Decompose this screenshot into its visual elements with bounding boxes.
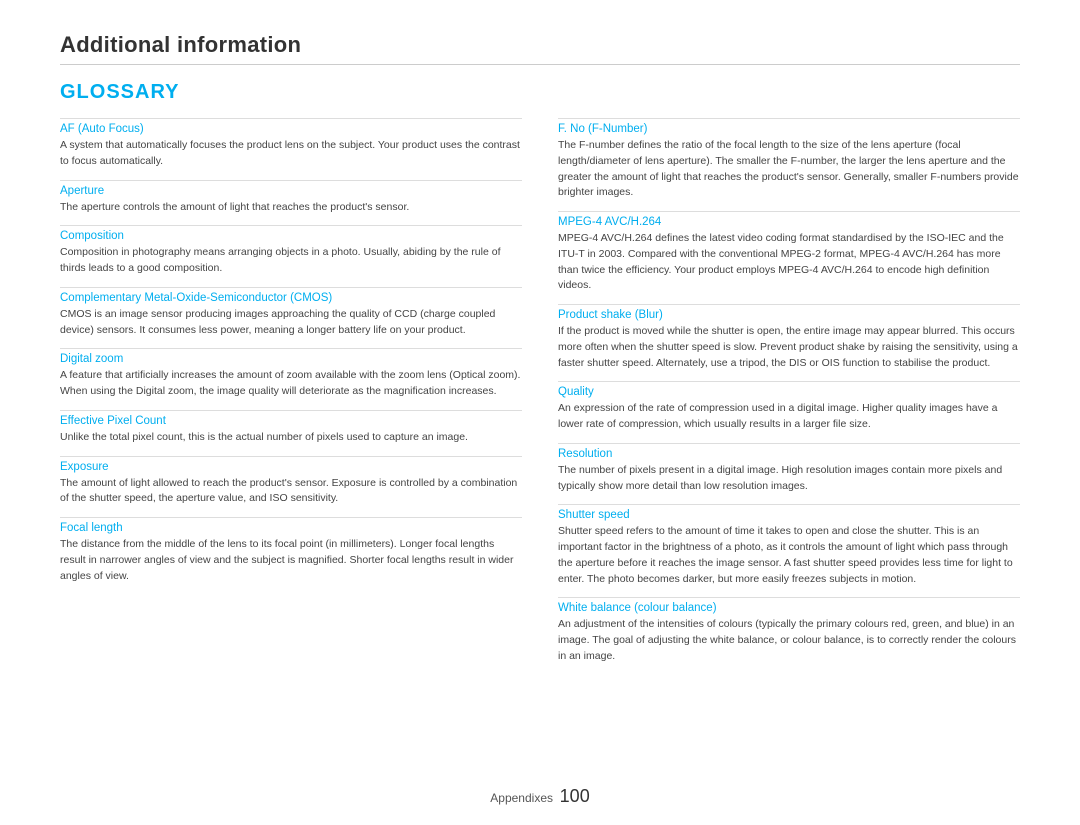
term-block: MPEG-4 AVC/H.264 MPEG-4 AVC/H.264 defines… bbox=[558, 211, 1020, 294]
term-body: The number of pixels present in a digita… bbox=[558, 463, 1020, 495]
footer: Appendixes 100 bbox=[0, 786, 1080, 807]
term-title: Effective Pixel Count bbox=[60, 415, 522, 427]
term-block: Aperture The aperture controls the amount… bbox=[60, 180, 522, 216]
term-title: Aperture bbox=[60, 185, 522, 197]
term-divider bbox=[558, 597, 1020, 598]
glossary-heading: GLOSSARY bbox=[60, 81, 1020, 104]
term-divider bbox=[60, 517, 522, 518]
term-block: AF (Auto Focus) A system that automatical… bbox=[60, 118, 522, 170]
term-body: Shutter speed refers to the amount of ti… bbox=[558, 524, 1020, 587]
page-title: Additional information bbox=[60, 32, 1020, 58]
term-block: White balance (colour balance) An adjustm… bbox=[558, 597, 1020, 664]
term-title: Exposure bbox=[60, 461, 522, 473]
footer-page: 100 bbox=[560, 786, 590, 806]
term-body: The F-number defines the ratio of the fo… bbox=[558, 138, 1020, 201]
term-body: A feature that artificially increases th… bbox=[60, 368, 522, 400]
term-divider bbox=[60, 118, 522, 119]
term-divider bbox=[558, 118, 1020, 119]
term-block: Digital zoom A feature that artificially … bbox=[60, 348, 522, 400]
term-body: Unlike the total pixel count, this is th… bbox=[60, 430, 522, 446]
left-column: AF (Auto Focus) A system that automatical… bbox=[60, 118, 522, 675]
page-title-divider bbox=[60, 64, 1020, 65]
term-divider bbox=[60, 348, 522, 349]
term-title: White balance (colour balance) bbox=[558, 602, 1020, 614]
term-body: MPEG-4 AVC/H.264 defines the latest vide… bbox=[558, 231, 1020, 294]
term-block: F. No (F-Number) The F-number defines the… bbox=[558, 118, 1020, 201]
term-divider bbox=[60, 287, 522, 288]
term-block: Focal length The distance from the middle… bbox=[60, 517, 522, 584]
term-body: A system that automatically focuses the … bbox=[60, 138, 522, 170]
term-title: Digital zoom bbox=[60, 353, 522, 365]
term-body: CMOS is an image sensor producing images… bbox=[60, 307, 522, 339]
term-body: The amount of light allowed to reach the… bbox=[60, 476, 522, 508]
term-block: Exposure The amount of light allowed to r… bbox=[60, 456, 522, 508]
page: Additional information GLOSSARY AF (Auto… bbox=[0, 0, 1080, 825]
term-title: F. No (F-Number) bbox=[558, 123, 1020, 135]
term-title: Quality bbox=[558, 386, 1020, 398]
term-title: Complementary Metal-Oxide-Semiconductor … bbox=[60, 292, 522, 304]
term-title: Composition bbox=[60, 230, 522, 242]
term-title: Product shake (Blur) bbox=[558, 309, 1020, 321]
term-block: Complementary Metal-Oxide-Semiconductor … bbox=[60, 287, 522, 339]
term-body: Composition in photography means arrangi… bbox=[60, 245, 522, 277]
term-title: MPEG-4 AVC/H.264 bbox=[558, 216, 1020, 228]
term-title: Resolution bbox=[558, 448, 1020, 460]
term-divider bbox=[558, 443, 1020, 444]
term-title: AF (Auto Focus) bbox=[60, 123, 522, 135]
term-block: Quality An expression of the rate of comp… bbox=[558, 381, 1020, 433]
term-divider bbox=[60, 410, 522, 411]
term-block: Shutter speed Shutter speed refers to the… bbox=[558, 504, 1020, 587]
term-body: An adjustment of the intensities of colo… bbox=[558, 617, 1020, 664]
term-block: Product shake (Blur) If the product is mo… bbox=[558, 304, 1020, 371]
term-body: The aperture controls the amount of ligh… bbox=[60, 200, 522, 216]
footer-label: Appendixes bbox=[490, 791, 553, 805]
term-divider bbox=[60, 456, 522, 457]
term-body: The distance from the middle of the lens… bbox=[60, 537, 522, 584]
term-body: If the product is moved while the shutte… bbox=[558, 324, 1020, 371]
term-divider bbox=[558, 211, 1020, 212]
term-body: An expression of the rate of compression… bbox=[558, 401, 1020, 433]
term-divider bbox=[558, 304, 1020, 305]
glossary-columns: AF (Auto Focus) A system that automatical… bbox=[60, 118, 1020, 675]
term-divider bbox=[558, 381, 1020, 382]
term-block: Effective Pixel Count Unlike the total pi… bbox=[60, 410, 522, 446]
term-divider bbox=[558, 504, 1020, 505]
term-divider bbox=[60, 225, 522, 226]
term-divider bbox=[60, 180, 522, 181]
term-block: Resolution The number of pixels present i… bbox=[558, 443, 1020, 495]
term-title: Focal length bbox=[60, 522, 522, 534]
term-title: Shutter speed bbox=[558, 509, 1020, 521]
right-column: F. No (F-Number) The F-number defines the… bbox=[558, 118, 1020, 675]
term-block: Composition Composition in photography me… bbox=[60, 225, 522, 277]
